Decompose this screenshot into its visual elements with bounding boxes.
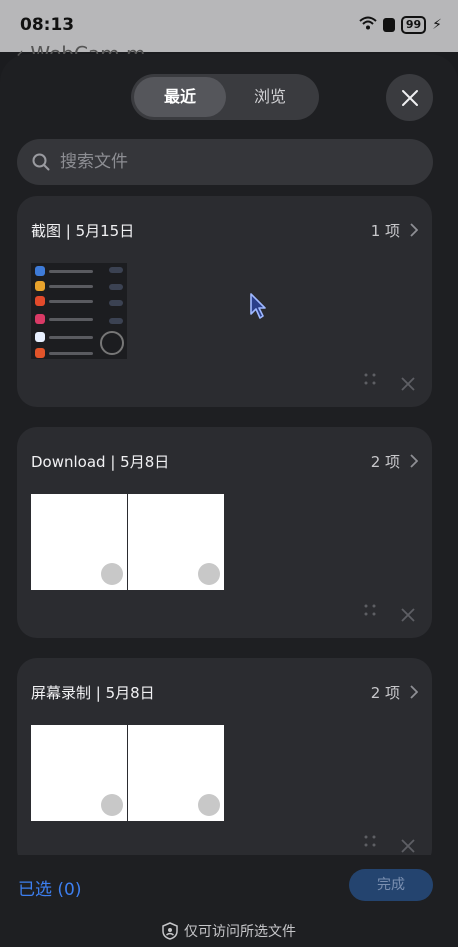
privacy-shield-icon — [162, 922, 178, 940]
file-picker-sheet: 最近 浏览 截图 | 5月15日 1 项 — [0, 54, 458, 947]
selected-count[interactable]: 已选 (0) — [18, 875, 81, 900]
drag-handle-icon[interactable] — [364, 373, 376, 385]
chevron-right-icon[interactable] — [410, 685, 418, 699]
privacy-text: 仅可访问所选文件 — [184, 924, 296, 940]
drag-handle-icon[interactable] — [364, 835, 376, 847]
drag-handle-icon[interactable] — [364, 604, 376, 616]
file-thumbnail[interactable] — [128, 725, 224, 821]
file-thumbnail[interactable] — [128, 494, 224, 590]
selection-circle[interactable] — [198, 563, 220, 585]
tab-recent[interactable]: 最近 — [134, 77, 226, 117]
bottom-bar: 已选 (0) 完成 仅可访问所选文件 — [0, 855, 458, 947]
remove-icon[interactable] — [401, 608, 415, 622]
privacy-note: 仅可访问所选文件 — [0, 921, 458, 941]
chevron-right-icon[interactable] — [410, 223, 418, 237]
screenshot-thumbnail[interactable] — [31, 263, 127, 359]
silent-mode-icon — [382, 18, 395, 32]
chevron-right-icon[interactable] — [410, 454, 418, 468]
tab-switcher: 最近 浏览 — [131, 74, 319, 120]
close-button[interactable] — [386, 74, 433, 121]
album-title: 屏幕录制 | 5月8日 — [31, 684, 155, 702]
selection-circle[interactable] — [198, 794, 220, 816]
remove-icon[interactable] — [401, 839, 415, 853]
close-icon — [401, 89, 418, 106]
album-card[interactable]: Download | 5月8日 2 项 — [17, 427, 432, 638]
album-count: 1 项 — [370, 222, 400, 240]
album-card[interactable]: 屏幕录制 | 5月8日 2 项 — [17, 658, 432, 869]
search-icon — [32, 153, 50, 171]
charging-icon: ⚡ — [432, 17, 442, 33]
tab-browse[interactable]: 浏览 — [224, 77, 316, 117]
album-count: 2 项 — [370, 684, 400, 702]
remove-icon[interactable] — [401, 377, 415, 391]
wifi-icon — [359, 16, 377, 34]
album-title: Download | 5月8日 — [31, 453, 170, 471]
file-thumbnail[interactable] — [31, 725, 127, 821]
status-time: 08:13 — [20, 15, 75, 35]
search-input[interactable] — [60, 152, 400, 172]
album-card[interactable]: 截图 | 5月15日 1 项 — [17, 196, 432, 407]
album-title: 截图 | 5月15日 — [31, 222, 135, 240]
battery-icon: 99 — [400, 16, 427, 34]
album-count: 2 项 — [370, 453, 400, 471]
search-bar[interactable] — [17, 139, 433, 185]
file-thumbnail[interactable] — [31, 494, 127, 590]
selection-circle[interactable] — [101, 794, 123, 816]
status-icons: 99 ⚡ — [359, 16, 442, 34]
selection-circle[interactable] — [101, 563, 123, 585]
mouse-cursor-icon — [250, 293, 266, 319]
done-button[interactable]: 完成 — [349, 869, 433, 901]
